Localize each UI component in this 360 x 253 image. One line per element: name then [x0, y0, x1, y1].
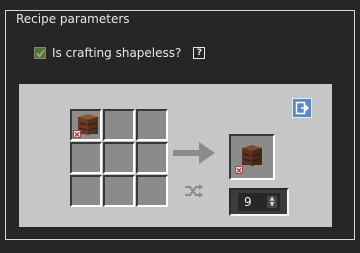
shuffle-icon[interactable] — [185, 184, 203, 198]
crafting-grid — [70, 109, 168, 207]
grid-slot-4[interactable] — [70, 142, 102, 174]
grid-slot-7[interactable] — [70, 175, 102, 207]
result-count-input[interactable]: 9 ▲ ▼ — [238, 193, 280, 211]
result-count-value: 9 — [244, 195, 252, 209]
grid-slot-1[interactable] — [70, 109, 102, 141]
checkmark-icon — [35, 48, 45, 58]
nether-brick-icon — [242, 145, 262, 166]
result-count-field: 9 ▲ ▼ — [229, 188, 289, 216]
crafting-panel: 9 ▲ ▼ — [19, 84, 332, 227]
grid-slot-2[interactable] — [103, 109, 135, 141]
missing-texture-icon — [73, 130, 81, 138]
grid-slot-3[interactable] — [136, 109, 168, 141]
section-title: Recipe parameters — [13, 12, 133, 26]
arrow-right-icon — [173, 142, 215, 164]
stepper-icon[interactable]: ▲ ▼ — [267, 196, 277, 208]
shapeless-checkbox[interactable] — [34, 47, 46, 59]
grid-slot-6[interactable] — [136, 142, 168, 174]
grid-slot-9[interactable] — [136, 175, 168, 207]
export-icon — [295, 101, 309, 115]
export-button[interactable] — [292, 98, 312, 118]
question-icon[interactable]: ? — [193, 47, 206, 59]
shapeless-option[interactable]: Is crafting shapeless? ? — [34, 45, 206, 61]
grid-slot-5[interactable] — [103, 142, 135, 174]
result-slot[interactable] — [229, 134, 275, 180]
shapeless-label: Is crafting shapeless? — [52, 46, 182, 60]
grid-slot-8[interactable] — [103, 175, 135, 207]
missing-texture-icon — [235, 166, 243, 174]
